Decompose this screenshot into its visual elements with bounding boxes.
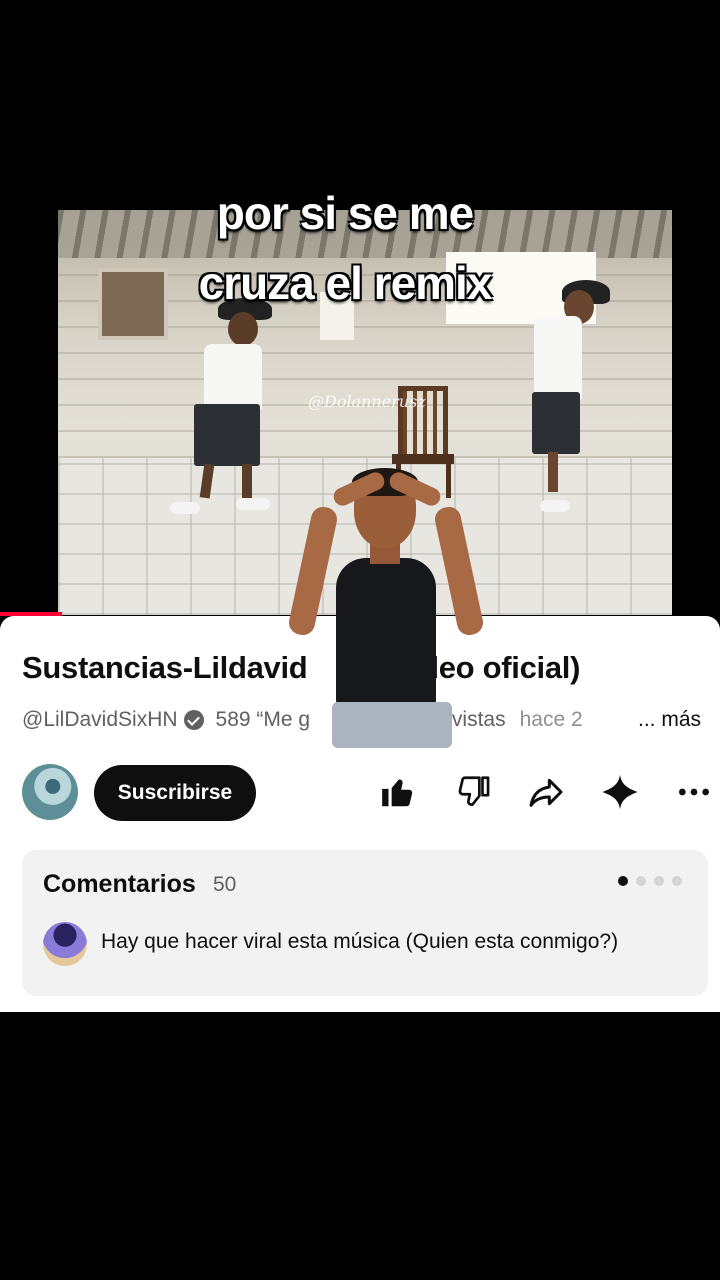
comments-count: 50 <box>213 873 237 896</box>
subscribe-button[interactable]: Suscribirse <box>94 765 256 821</box>
share-icon <box>529 778 563 807</box>
more-icon <box>679 788 709 796</box>
more-actions-button[interactable] <box>674 772 714 812</box>
comments-section[interactable]: Comentarios 50 Hay que hacer viral esta … <box>22 850 708 996</box>
page-dot <box>654 876 664 886</box>
page-dot <box>672 876 682 886</box>
like-button[interactable] <box>378 772 418 812</box>
comments-title: Comentarios <box>43 870 196 898</box>
upload-time-text: hace 2 <box>519 708 583 731</box>
more-description-link[interactable]: ... más <box>638 708 701 732</box>
comments-page-indicator <box>618 876 682 886</box>
video-title-left: Sustancias-Lildavid <box>22 650 308 685</box>
thumbs-up-icon <box>382 779 413 807</box>
page-dot <box>618 876 628 886</box>
sparkle-icon <box>602 774 638 810</box>
dislike-button[interactable] <box>453 772 493 812</box>
channel-handle[interactable]: @LilDavidSixHN <box>22 708 178 732</box>
channel-avatar[interactable] <box>22 764 78 820</box>
share-button[interactable] <box>526 772 566 812</box>
dancer-left <box>170 292 280 522</box>
thumbs-down-icon <box>458 776 490 807</box>
verified-badge-icon <box>183 710 204 730</box>
overlay-person <box>286 466 486 748</box>
caption-line-2: cruza el remix <box>198 257 493 309</box>
caption-line-1: por si se me <box>216 187 474 239</box>
page-dot <box>636 876 646 886</box>
commenter-avatar[interactable] <box>43 922 87 966</box>
ask-ai-button[interactable] <box>600 772 640 812</box>
comment-text: Hay que hacer viral esta música (Quien e… <box>101 930 619 953</box>
video-watermark: @Dolannerusz <box>308 392 426 411</box>
overlay-caption: por si se me cruza el remix <box>150 178 540 318</box>
